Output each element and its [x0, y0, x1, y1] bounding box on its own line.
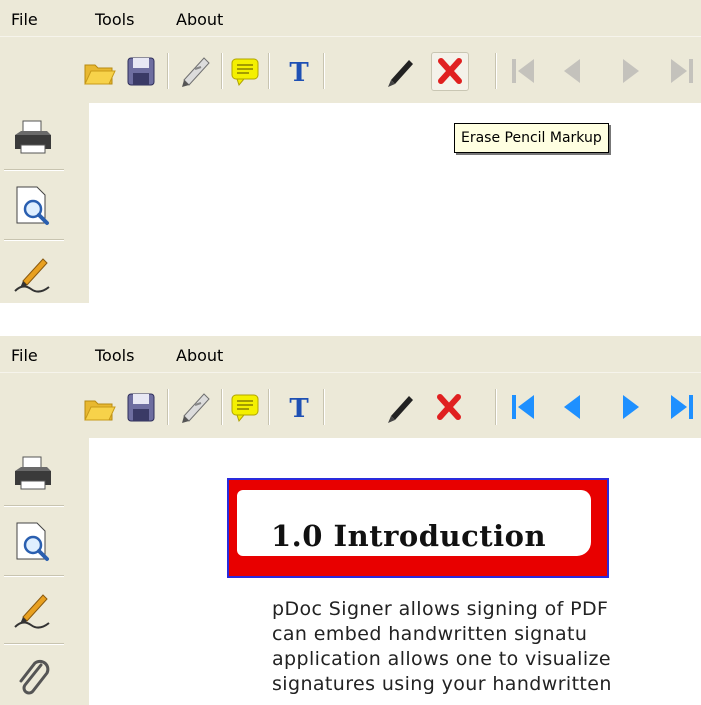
- menu-file[interactable]: File: [11, 10, 38, 29]
- toolbar-separator: [495, 389, 497, 425]
- next-page-icon[interactable]: [613, 53, 649, 89]
- open-folder-icon[interactable]: [82, 389, 118, 425]
- sidebar-separator: [4, 239, 64, 241]
- signature-pen-icon[interactable]: [6, 246, 60, 300]
- toolbar-separator: [167, 53, 169, 89]
- comment-note-icon[interactable]: [227, 389, 263, 425]
- preview-magnify-icon[interactable]: [6, 514, 60, 568]
- sidebar-separator: [4, 643, 64, 645]
- document-view: 1.0 Introduction pDoc Signer allows sign…: [89, 438, 701, 705]
- print-icon[interactable]: [6, 110, 60, 164]
- menu-bar: File Tools About: [0, 336, 701, 372]
- toolbar-separator: [167, 389, 169, 425]
- erase-markup-icon[interactable]: [431, 52, 469, 91]
- toolbar-separator: [221, 389, 223, 425]
- toolbar-separator: [221, 53, 223, 89]
- erase-markup-icon[interactable]: [431, 389, 467, 425]
- left-sidebar: [0, 102, 89, 303]
- text-tool-icon[interactable]: T: [281, 53, 317, 89]
- attachment-paperclip-icon[interactable]: [6, 650, 60, 704]
- toolbar-separator: [323, 389, 325, 425]
- toolbar-separator: [268, 53, 270, 89]
- screenshot-panel-bottom: File Tools About T 1.0 Introduction pDoc…: [0, 336, 701, 705]
- document-text-line: can embed handwritten signatu: [272, 623, 588, 645]
- last-page-icon[interactable]: [664, 389, 700, 425]
- sidebar-separator: [4, 169, 64, 171]
- document-heading: 1.0 Introduction: [271, 519, 547, 553]
- sidebar-separator: [4, 575, 64, 577]
- signature-pen-icon[interactable]: [6, 582, 60, 636]
- next-page-icon[interactable]: [613, 389, 649, 425]
- sign-pen-icon[interactable]: [178, 389, 214, 425]
- sidebar-separator: [4, 505, 64, 507]
- preview-magnify-icon[interactable]: [6, 178, 60, 232]
- pencil-icon[interactable]: [383, 389, 419, 425]
- toolbar-separator: [268, 389, 270, 425]
- menu-about[interactable]: About: [176, 10, 223, 29]
- first-page-icon[interactable]: [505, 53, 541, 89]
- document-text-line: application allows one to visualize: [272, 648, 611, 670]
- save-icon[interactable]: [123, 389, 159, 425]
- svg-text:T: T: [289, 58, 309, 88]
- last-page-icon[interactable]: [664, 53, 700, 89]
- menu-tools[interactable]: Tools: [95, 346, 134, 365]
- menu-about[interactable]: About: [176, 346, 223, 365]
- toolbar: T: [0, 36, 701, 103]
- toolbar: T: [0, 372, 701, 439]
- open-folder-icon[interactable]: [82, 53, 118, 89]
- pencil-icon[interactable]: [383, 53, 419, 89]
- tooltip: Erase Pencil Markup: [454, 123, 609, 153]
- document-text-line: signatures using your handwritten: [272, 673, 612, 695]
- svg-text:T: T: [289, 394, 309, 424]
- menu-tools[interactable]: Tools: [95, 10, 134, 29]
- screenshot-panel-top: File Tools About T Erase Pencil Markup: [0, 0, 701, 303]
- first-page-icon[interactable]: [505, 389, 541, 425]
- document-text-line: pDoc Signer allows signing of PDF: [272, 598, 609, 620]
- print-icon[interactable]: [6, 446, 60, 500]
- sign-pen-icon[interactable]: [178, 53, 214, 89]
- text-tool-icon[interactable]: T: [281, 389, 317, 425]
- left-sidebar: [0, 438, 89, 705]
- menu-file[interactable]: File: [11, 346, 38, 365]
- menu-bar: File Tools About: [0, 0, 701, 36]
- comment-note-icon[interactable]: [227, 53, 263, 89]
- toolbar-separator: [323, 53, 325, 89]
- previous-page-icon[interactable]: [554, 53, 590, 89]
- save-icon[interactable]: [123, 53, 159, 89]
- previous-page-icon[interactable]: [554, 389, 590, 425]
- toolbar-separator: [495, 53, 497, 89]
